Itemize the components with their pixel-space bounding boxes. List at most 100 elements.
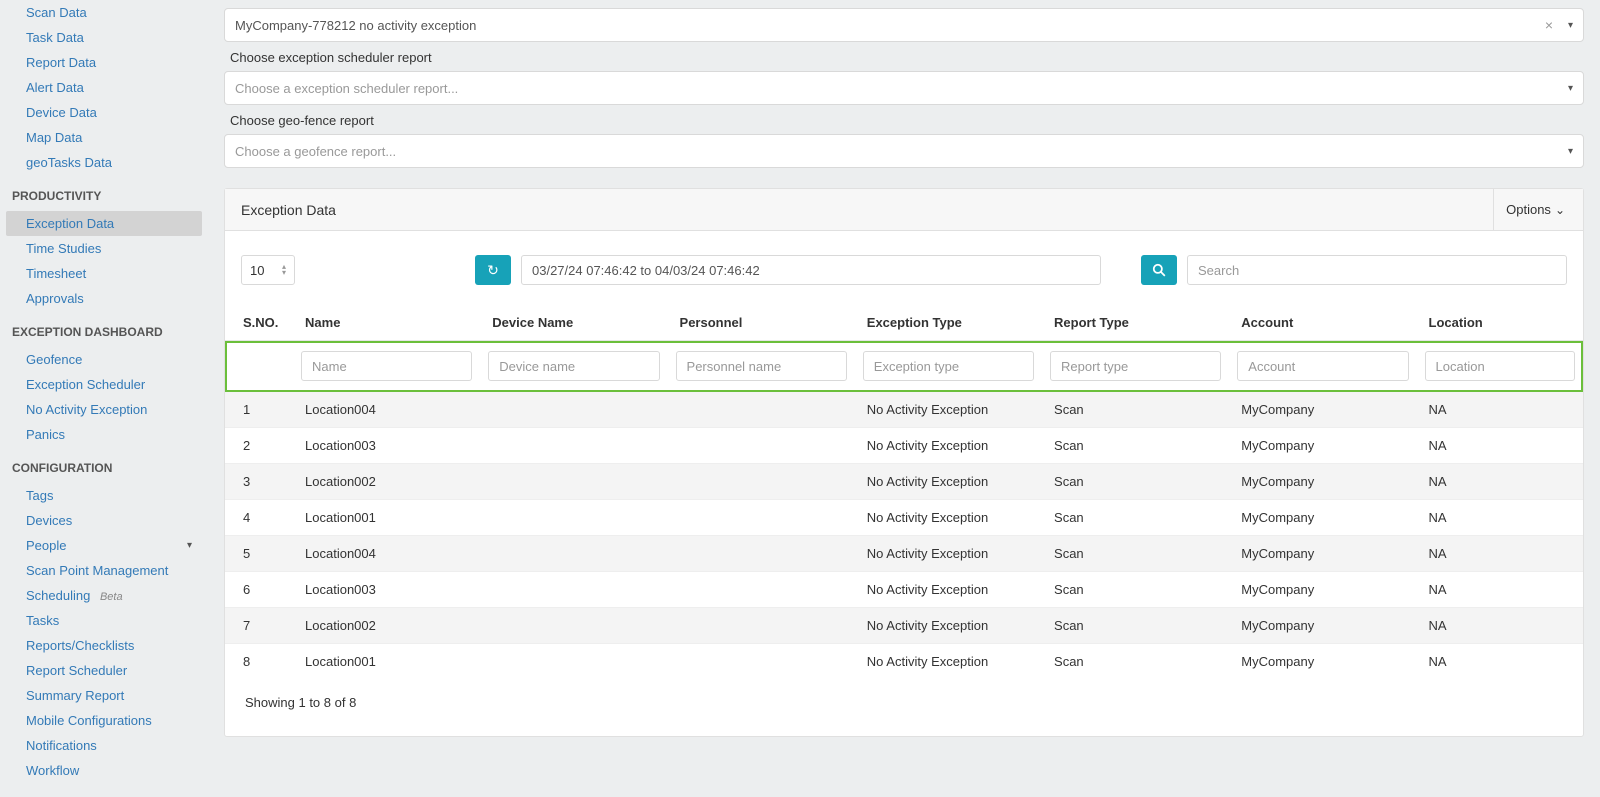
th-exception-type[interactable]: Exception Type — [855, 305, 1042, 341]
sidebar-item-no-activity-exception[interactable]: No Activity Exception — [0, 397, 208, 422]
sidebar-item-scan-data[interactable]: Scan Data — [0, 0, 208, 25]
page-length-value: 10 — [250, 263, 264, 278]
th-location[interactable]: Location — [1417, 305, 1583, 341]
geofence-report-select[interactable]: Choose a geofence report... ▾ — [224, 134, 1584, 168]
page-length-select[interactable]: 10 ▴▾ — [241, 255, 295, 285]
sidebar-item-report-scheduler[interactable]: Report Scheduler — [0, 658, 208, 683]
sidebar-item-device-data[interactable]: Device Data — [0, 100, 208, 125]
cell-sno: 3 — [225, 464, 293, 500]
main-content: MyCompany-778212 no activity exception ×… — [208, 0, 1600, 797]
table-row[interactable]: 4Location001No Activity ExceptionScanMyC… — [225, 500, 1583, 536]
table-row[interactable]: 8Location001No Activity ExceptionScanMyC… — [225, 644, 1583, 680]
table-filter-row — [225, 341, 1583, 392]
th-name[interactable]: Name — [293, 305, 480, 341]
cell-account: MyCompany — [1229, 464, 1416, 500]
cell-sno: 6 — [225, 572, 293, 608]
cell-location: NA — [1417, 572, 1583, 608]
beta-badge: Beta — [100, 591, 123, 603]
sidebar-item-report-data[interactable]: Report Data — [0, 50, 208, 75]
search-button[interactable] — [1141, 255, 1177, 285]
sidebar-item-geofence[interactable]: Geofence — [0, 347, 208, 372]
options-label: Options — [1506, 202, 1551, 217]
options-menu[interactable]: Options ⌄ — [1493, 189, 1567, 230]
search-input[interactable] — [1187, 255, 1567, 285]
sidebar-item-label: People — [26, 538, 66, 553]
cell-device — [480, 500, 667, 536]
sidebar-section-exception-dashboard: EXCEPTION DASHBOARD — [0, 317, 208, 347]
sidebar-productivity-group: Exception Data Time Studies Timesheet Ap… — [0, 211, 208, 311]
filter-personnel-input[interactable] — [676, 351, 847, 381]
exception-report-select[interactable]: MyCompany-778212 no activity exception ×… — [224, 8, 1584, 42]
cell-exception: No Activity Exception — [855, 500, 1042, 536]
th-device-name[interactable]: Device Name — [480, 305, 667, 341]
th-personnel[interactable]: Personnel — [668, 305, 855, 341]
chevron-down-icon[interactable]: ▾ — [1568, 146, 1573, 157]
date-range-picker[interactable]: 03/27/24 07:46:42 to 04/03/24 07:46:42 — [521, 255, 1101, 285]
table-header-row: S.NO. Name Device Name Personnel Excepti… — [225, 305, 1583, 341]
sidebar-item-notifications[interactable]: Notifications — [0, 733, 208, 758]
sidebar-item-tasks[interactable]: Tasks — [0, 608, 208, 633]
sidebar-item-task-data[interactable]: Task Data — [0, 25, 208, 50]
chevron-down-icon[interactable]: ▾ — [1568, 20, 1573, 31]
cell-location: NA — [1417, 608, 1583, 644]
filter-device-input[interactable] — [488, 351, 659, 381]
sidebar-item-devices[interactable]: Devices — [0, 508, 208, 533]
th-account[interactable]: Account — [1229, 305, 1416, 341]
cell-device — [480, 428, 667, 464]
filter-report-type-input[interactable] — [1050, 351, 1221, 381]
filter-location-input[interactable] — [1425, 351, 1575, 381]
table-row[interactable]: 1Location004No Activity ExceptionScanMyC… — [225, 392, 1583, 428]
sidebar-item-time-studies[interactable]: Time Studies — [0, 236, 208, 261]
cell-sno: 1 — [225, 392, 293, 428]
table-row[interactable]: 5Location004No Activity ExceptionScanMyC… — [225, 536, 1583, 572]
cell-name: Location004 — [293, 392, 480, 428]
th-sno[interactable]: S.NO. — [225, 305, 293, 341]
date-range-value: 03/27/24 07:46:42 to 04/03/24 07:46:42 — [532, 263, 760, 278]
cell-sno: 8 — [225, 644, 293, 680]
sidebar-item-exception-data[interactable]: Exception Data — [6, 211, 202, 236]
sidebar-item-exception-scheduler[interactable]: Exception Scheduler — [0, 372, 208, 397]
sidebar-configuration-group: Tags Devices People ▾ Scan Point Managem… — [0, 483, 208, 783]
cell-account: MyCompany — [1229, 500, 1416, 536]
cell-account: MyCompany — [1229, 428, 1416, 464]
cell-exception: No Activity Exception — [855, 536, 1042, 572]
sidebar-item-map-data[interactable]: Map Data — [0, 125, 208, 150]
cell-location: NA — [1417, 536, 1583, 572]
sidebar-section-administration: ADMINISTRATION — [0, 789, 208, 797]
sidebar-item-workflow[interactable]: Workflow — [0, 758, 208, 783]
cell-name: Location002 — [293, 464, 480, 500]
th-report-type[interactable]: Report Type — [1042, 305, 1229, 341]
reload-button[interactable]: ↻ — [475, 255, 511, 285]
sidebar-section-productivity: PRODUCTIVITY — [0, 181, 208, 211]
sidebar-item-scheduling[interactable]: Scheduling Beta — [0, 583, 208, 608]
sidebar-item-tags[interactable]: Tags — [0, 483, 208, 508]
chevron-down-icon[interactable]: ▾ — [1568, 83, 1573, 94]
sidebar-item-timesheet[interactable]: Timesheet — [0, 261, 208, 286]
sidebar-item-scan-point-management[interactable]: Scan Point Management — [0, 558, 208, 583]
sidebar-item-summary-report[interactable]: Summary Report — [0, 683, 208, 708]
cell-personnel — [668, 464, 855, 500]
table-row[interactable]: 7Location002No Activity ExceptionScanMyC… — [225, 608, 1583, 644]
table-row[interactable]: 2Location003No Activity ExceptionScanMyC… — [225, 428, 1583, 464]
table-row[interactable]: 3Location002No Activity ExceptionScanMyC… — [225, 464, 1583, 500]
cell-account: MyCompany — [1229, 608, 1416, 644]
table-controls: 10 ▴▾ ↻ 03/27/24 07:46:42 to 04/03/24 07… — [225, 247, 1583, 305]
sidebar-item-approvals[interactable]: Approvals — [0, 286, 208, 311]
sidebar-item-people[interactable]: People ▾ — [0, 533, 208, 558]
cell-personnel — [668, 572, 855, 608]
sidebar-item-reports-checklists[interactable]: Reports/Checklists — [0, 633, 208, 658]
cell-personnel — [668, 392, 855, 428]
sidebar-item-panics[interactable]: Panics — [0, 422, 208, 447]
sidebar-item-alert-data[interactable]: Alert Data — [0, 75, 208, 100]
filter-account-input[interactable] — [1237, 351, 1408, 381]
panel-header: Exception Data Options ⌄ — [225, 189, 1583, 231]
cell-exception: No Activity Exception — [855, 428, 1042, 464]
scheduler-report-select[interactable]: Choose a exception scheduler report... ▾ — [224, 71, 1584, 105]
sidebar-item-geotasks-data[interactable]: geoTasks Data — [0, 150, 208, 175]
filter-exception-type-input[interactable] — [863, 351, 1034, 381]
cell-account: MyCompany — [1229, 644, 1416, 680]
filter-name-input[interactable] — [301, 351, 472, 381]
close-icon[interactable]: × — [1545, 17, 1553, 33]
sidebar-item-mobile-configurations[interactable]: Mobile Configurations — [0, 708, 208, 733]
table-row[interactable]: 6Location003No Activity ExceptionScanMyC… — [225, 572, 1583, 608]
